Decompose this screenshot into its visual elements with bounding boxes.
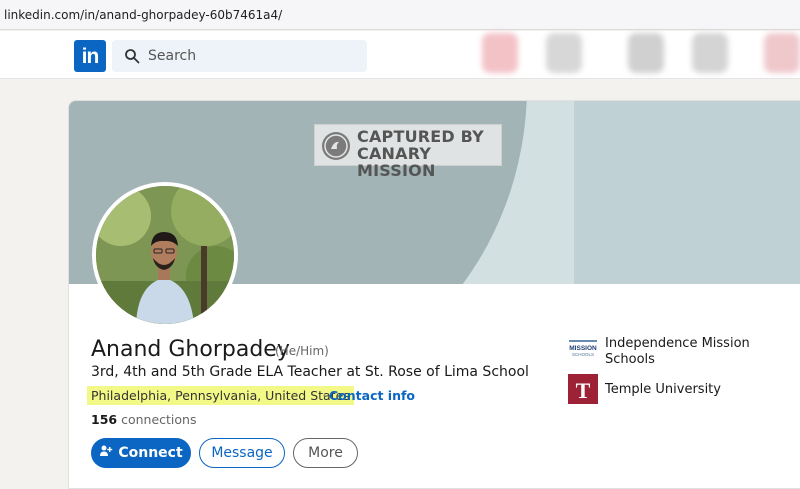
org-logo-subtext: SCHOOLS: [572, 352, 594, 357]
temple-logo-letter: T: [576, 378, 591, 403]
add-person-icon: [100, 445, 113, 456]
org-logo-text: MISSION: [569, 345, 597, 352]
independence-mission-logo-icon[interactable]: MISSION SCHOOLS: [568, 339, 598, 359]
connections-number: 156: [91, 412, 118, 427]
profile-location: Philadelphia, Pennsylvania, United State…: [87, 386, 354, 405]
profile-avatar[interactable]: [92, 182, 238, 328]
nav-item-messaging-icon[interactable]: [692, 33, 728, 73]
url-text[interactable]: linkedin.com/in/anand-ghorpadey-60b7461a…: [4, 8, 282, 22]
contact-info-link[interactable]: Contact info: [329, 388, 415, 403]
nav-item-network-icon[interactable]: [546, 33, 582, 73]
temple-university-logo-icon[interactable]: T: [568, 374, 598, 404]
org-temple-university[interactable]: Temple University: [605, 382, 721, 397]
nav-item-home-icon[interactable]: [482, 33, 518, 73]
profile-headline: 3rd, 4th and 5th Grade ELA Teacher at St…: [91, 364, 529, 380]
search-input[interactable]: Search: [112, 40, 367, 72]
org-independence-mission-schools[interactable]: Independence Mission Schools: [605, 336, 755, 368]
search-placeholder: Search: [148, 48, 197, 64]
search-icon: [125, 49, 140, 64]
canary-logo-icon: [322, 132, 350, 160]
connections-count: 156 connections: [91, 412, 196, 427]
connect-button[interactable]: Connect: [91, 438, 191, 468]
linkedin-logo-icon[interactable]: in: [74, 40, 106, 72]
watermark-text: CAPTURED BY CANARY MISSION: [357, 127, 484, 180]
connect-label: Connect: [118, 445, 183, 461]
more-button[interactable]: More: [293, 438, 358, 468]
top-nav: in Search: [0, 31, 800, 79]
profile-card: CAPTURED BY CANARY MISSION Anand Ghorpad…: [68, 100, 800, 489]
watermark-stamp: CAPTURED BY CANARY MISSION: [314, 124, 502, 179]
message-button[interactable]: Message: [199, 438, 285, 468]
connections-label: connections: [121, 412, 197, 427]
browser-address-bar[interactable]: linkedin.com/in/anand-ghorpadey-60b7461a…: [0, 0, 800, 30]
nav-item-jobs-icon[interactable]: [628, 33, 664, 73]
profile-pronouns: (He/Him): [275, 344, 329, 358]
nav-item-notifications-icon[interactable]: [764, 33, 800, 73]
banner-shape: [574, 101, 800, 284]
profile-name: Anand Ghorpadey: [91, 337, 290, 362]
separator-dot: ·: [322, 388, 327, 402]
